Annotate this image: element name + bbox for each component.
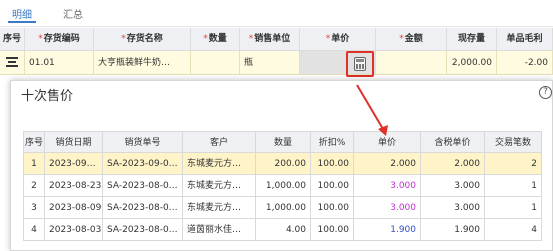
table-row-2-customer[interactable]: 东城麦元方… (183, 175, 256, 197)
row-menu-icon[interactable] (6, 57, 18, 67)
cell-margin: -2.00 (497, 51, 553, 75)
th-count: 交易笔数 (485, 131, 542, 153)
table-row-2-date[interactable]: 2023-08-23 (45, 175, 103, 197)
table-row-1-count[interactable]: 2 (485, 153, 542, 175)
table-row-3-price[interactable]: 3.000 (354, 197, 421, 219)
col-header-code: *存货编码 (25, 28, 94, 51)
col-header-qty: *数量 (191, 28, 240, 51)
table-row-4-price[interactable]: 1.900 (354, 219, 421, 241)
table-row-2-no[interactable]: 2 (23, 175, 45, 197)
table-row-4-date[interactable]: 2023-08-03 (45, 219, 103, 241)
table-row-4-tax-price[interactable]: 1.900 (421, 219, 485, 241)
table-row-3-date[interactable]: 2023-08-09 (45, 197, 103, 219)
table-row-3-no[interactable]: 3 (23, 197, 45, 219)
price-history-popup: 十次售价 ? 序号 销货日期 销货单号 客户 数量 折扣% 单价 含税单价 交易… (10, 80, 553, 251)
col-header-amount: *金额 (376, 28, 447, 51)
help-icon[interactable]: ? (539, 86, 552, 99)
detail-tabs: 明细 汇总 (0, 0, 553, 27)
table-row-4-discount[interactable]: 100.00 (311, 219, 354, 241)
row-handle[interactable] (0, 51, 25, 75)
table-row-1-order[interactable]: SA-2023-09-0… (103, 153, 183, 175)
th-date: 销货日期 (45, 131, 103, 153)
tab-summary[interactable]: 汇总 (63, 6, 83, 21)
th-customer: 客户 (183, 131, 256, 153)
table-row-1-customer[interactable]: 东城麦元方… (183, 153, 256, 175)
cell-qty[interactable] (191, 51, 240, 75)
cell-stock: 2,000.00 (447, 51, 497, 75)
tab-detail[interactable]: 明细 (8, 6, 36, 23)
table-row-1-discount[interactable]: 100.00 (311, 153, 354, 175)
table-row-3-customer[interactable]: 东城麦元方… (183, 197, 256, 219)
col-header-name: *存货名称 (94, 28, 191, 51)
table-row-3-qty[interactable]: 1,000.00 (256, 197, 311, 219)
th-index: 序号 (23, 131, 45, 153)
table-row-1-qty[interactable]: 200.00 (256, 153, 311, 175)
col-header-stock: 现存量 (447, 28, 497, 51)
popup-title: 十次售价 (21, 89, 74, 104)
table-row-4-customer[interactable]: 道茵丽水佳… (183, 219, 256, 241)
col-header-margin: 单品毛利 (497, 28, 553, 51)
table-row-4-no[interactable]: 4 (23, 219, 45, 241)
col-header-unit: *销售单位 (240, 28, 300, 51)
table-row-1-no[interactable]: 1 (23, 153, 45, 175)
table-row-2-price[interactable]: 3.000 (354, 175, 421, 197)
col-header-index: 序号 (0, 28, 25, 51)
table-row-3-order[interactable]: SA-2023-08-0… (103, 197, 183, 219)
table-row-3-tax-price[interactable]: 3.000 (421, 197, 485, 219)
price-history-button[interactable] (346, 51, 374, 77)
table-row-1-price[interactable]: 2.000 (354, 153, 421, 175)
table-row-3-count[interactable]: 1 (485, 197, 542, 219)
table-row-4-order[interactable]: SA-2023-08-0… (103, 219, 183, 241)
th-price: 单价 (354, 131, 421, 153)
th-qty: 数量 (256, 131, 311, 153)
calculator-icon (354, 57, 366, 71)
table-row-2-qty[interactable]: 1,000.00 (256, 175, 311, 197)
col-header-price: *单价 (300, 28, 376, 51)
table-row-2-tax-price[interactable]: 3.000 (421, 175, 485, 197)
table-row-2-discount[interactable]: 100.00 (311, 175, 354, 197)
cell-name[interactable]: 大亨瓶装鲜牛奶… (94, 51, 191, 75)
table-row-2-order[interactable]: SA-2023-08-0… (103, 175, 183, 197)
table-row-1-tax-price[interactable]: 2.000 (421, 153, 485, 175)
table-row-2-count[interactable]: 1 (485, 175, 542, 197)
th-order: 销货单号 (103, 131, 183, 153)
th-discount: 折扣% (311, 131, 354, 153)
th-tax-price: 含税单价 (421, 131, 485, 153)
cell-amount[interactable] (376, 51, 447, 75)
cell-unit[interactable]: 瓶 (240, 51, 300, 75)
table-row-4-qty[interactable]: 4.00 (256, 219, 311, 241)
table-row-3-discount[interactable]: 100.00 (311, 197, 354, 219)
cell-code[interactable]: 01.01 (25, 51, 94, 75)
table-row-1-date[interactable]: 2023-09… (45, 153, 103, 175)
table-row-4-count[interactable]: 4 (485, 219, 542, 241)
